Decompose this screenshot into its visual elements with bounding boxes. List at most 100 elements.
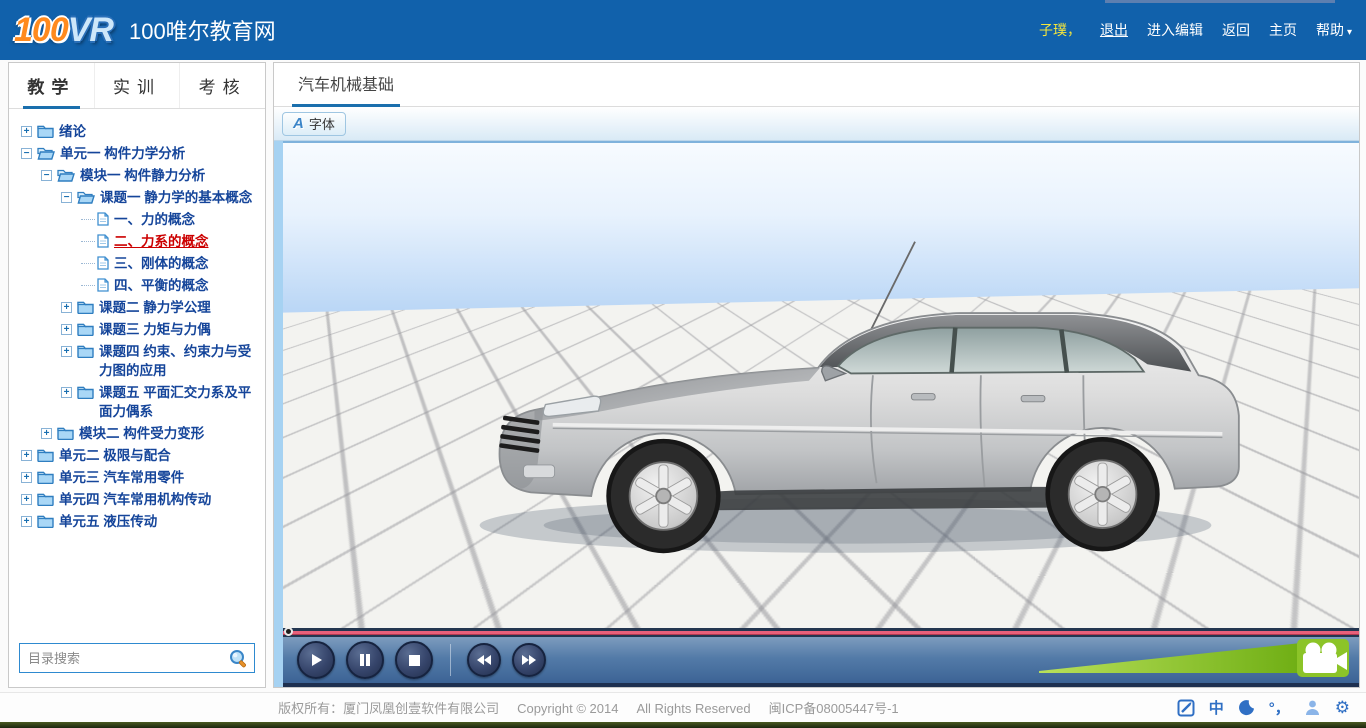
tree-item-label[interactable]: 一、力的概念: [114, 210, 261, 229]
tree-item[interactable]: + 单元二 极限与配合: [17, 446, 261, 465]
collapse-minus-icon[interactable]: −: [21, 148, 32, 159]
tree-connector: [81, 285, 95, 286]
italic-A-icon: A: [293, 115, 304, 132]
tree-item-label[interactable]: 四、平衡的概念: [114, 276, 261, 295]
moon-icon[interactable]: [1238, 699, 1255, 716]
tree-item-label[interactable]: 单元二 极限与配合: [59, 446, 261, 465]
username-label: 子璞，: [1039, 20, 1081, 40]
tree-item-label[interactable]: 单元一 构件力学分析: [60, 144, 261, 163]
catalog-search-area: [9, 635, 265, 687]
3d-viewport[interactable]: [283, 141, 1359, 628]
tab-course-auto-mechanics[interactable]: 汽车机械基础: [294, 71, 398, 106]
punctuation-icon[interactable]: °，: [1269, 697, 1290, 718]
expand-plus-icon[interactable]: +: [21, 494, 32, 505]
help-menu[interactable]: 帮助▾: [1316, 20, 1352, 40]
magnifier-icon[interactable]: [228, 648, 249, 674]
tab-assessment[interactable]: 考核: [180, 63, 265, 108]
settings-gear-icon[interactable]: ⚙: [1335, 698, 1350, 718]
volume-camera-zone[interactable]: [1039, 637, 1349, 677]
course-sidebar: 教学 实训 考核 +绪论−单元一 构件力学分析−模块一 构件静力分析−课题一 静…: [8, 62, 266, 688]
tree-item[interactable]: 四、平衡的概念: [17, 276, 261, 295]
tree-item[interactable]: + 单元四 汽车常用机构传动: [17, 490, 261, 509]
folder-closed-icon: [37, 514, 54, 528]
forward-icon: [521, 654, 537, 666]
tree-item-label[interactable]: 绪论: [59, 122, 261, 141]
document-icon: [97, 256, 109, 270]
tree-item[interactable]: + 单元三 汽车常用零件: [17, 468, 261, 487]
rewind-button[interactable]: [467, 643, 501, 677]
seek-track: [283, 631, 1359, 634]
tree-item[interactable]: − 模块一 构件静力分析: [17, 166, 261, 185]
tree-item-label[interactable]: 模块一 构件静力分析: [80, 166, 261, 185]
expand-plus-icon[interactable]: +: [61, 324, 72, 335]
site-logo[interactable]: 100VR: [14, 11, 113, 50]
tree-item[interactable]: − 课题一 静力学的基本概念: [17, 188, 261, 207]
catalog-search-input[interactable]: [19, 643, 255, 673]
forward-button[interactable]: [512, 643, 546, 677]
play-button[interactable]: [297, 641, 335, 679]
logout-link[interactable]: 退出: [1100, 20, 1128, 40]
document-icon: [97, 234, 109, 248]
tree-item[interactable]: + 课题五 平面汇交力系及平面力偶系: [17, 383, 261, 421]
tree-item-label[interactable]: 课题一 静力学的基本概念: [100, 188, 261, 207]
tab-training[interactable]: 实训: [95, 63, 181, 108]
back-link[interactable]: 返回: [1222, 20, 1250, 40]
collapse-minus-icon[interactable]: −: [41, 170, 52, 181]
enter-edit-link[interactable]: 进入编辑: [1147, 20, 1203, 40]
input-pen-icon[interactable]: [1177, 699, 1195, 717]
tree-connector: [81, 241, 95, 242]
chinese-mode-icon[interactable]: 中: [1209, 697, 1224, 718]
expand-plus-icon[interactable]: +: [21, 450, 32, 461]
tree-item-label[interactable]: 课题三 力矩与力偶: [99, 320, 261, 339]
course-tabrow: 汽车机械基础: [274, 63, 1359, 107]
expand-plus-icon[interactable]: +: [61, 346, 72, 357]
tree-item[interactable]: − 单元一 构件力学分析: [17, 144, 261, 163]
expand-plus-icon[interactable]: +: [61, 387, 72, 398]
seek-knob[interactable]: [284, 627, 293, 636]
site-title: 100唯尔教育网: [129, 14, 276, 46]
tree-item-label[interactable]: 单元五 液压传动: [59, 512, 261, 531]
tree-item[interactable]: + 课题二 静力学公理: [17, 298, 261, 317]
play-icon: [308, 652, 324, 668]
system-tray: 中 °， ⚙: [1177, 697, 1366, 718]
expand-plus-icon[interactable]: +: [21, 516, 32, 527]
tree-item[interactable]: + 课题三 力矩与力偶: [17, 320, 261, 339]
tree-item-label[interactable]: 课题二 静力学公理: [99, 298, 261, 317]
stop-button[interactable]: [395, 641, 433, 679]
tree-item[interactable]: 一、力的概念: [17, 210, 261, 229]
folder-open-icon: [77, 190, 95, 204]
home-link[interactable]: 主页: [1269, 20, 1297, 40]
tree-item-label[interactable]: 课题五 平面汇交力系及平面力偶系: [99, 383, 261, 421]
folder-closed-icon: [37, 124, 54, 138]
green-volume-wedge: [1039, 643, 1301, 673]
player-controls: [283, 637, 1359, 687]
font-button[interactable]: A 字体: [282, 112, 346, 136]
tree-item-label[interactable]: 模块二 构件受力变形: [79, 424, 261, 443]
pause-button[interactable]: [346, 641, 384, 679]
viewer-left-strip: [274, 141, 283, 687]
tree-item[interactable]: + 模块二 构件受力变形: [17, 424, 261, 443]
rewind-icon: [476, 654, 492, 666]
seek-bar[interactable]: [283, 628, 1359, 637]
folder-closed-icon: [77, 322, 94, 336]
tree-item[interactable]: + 课题四 约束、约束力与受力图的应用: [17, 342, 261, 380]
tree-item-label[interactable]: 单元三 汽车常用零件: [59, 468, 261, 487]
collapse-minus-icon[interactable]: −: [61, 192, 72, 203]
expand-plus-icon[interactable]: +: [21, 472, 32, 483]
expand-plus-icon[interactable]: +: [21, 126, 32, 137]
tree-item[interactable]: 二、力系的概念: [17, 232, 261, 251]
silver-sedan-3d-model[interactable]: [443, 185, 1248, 588]
tree-item[interactable]: + 单元五 液压传动: [17, 512, 261, 531]
main-panel: 汽车机械基础 A 字体: [273, 62, 1360, 688]
tab-teaching[interactable]: 教学: [9, 63, 95, 108]
user-icon[interactable]: [1304, 699, 1321, 716]
tree-item-label[interactable]: 单元四 汽车常用机构传动: [59, 490, 261, 509]
expand-plus-icon[interactable]: +: [41, 428, 52, 439]
tree-item-label[interactable]: 课题四 约束、约束力与受力图的应用: [99, 342, 261, 380]
chevron-down-icon: ▾: [1347, 27, 1352, 38]
expand-plus-icon[interactable]: +: [61, 302, 72, 313]
tree-item[interactable]: 三、刚体的概念: [17, 254, 261, 273]
tree-item-label[interactable]: 三、刚体的概念: [114, 254, 261, 273]
tree-item[interactable]: + 绪论: [17, 122, 261, 141]
tree-item-label[interactable]: 二、力系的概念: [114, 232, 261, 251]
